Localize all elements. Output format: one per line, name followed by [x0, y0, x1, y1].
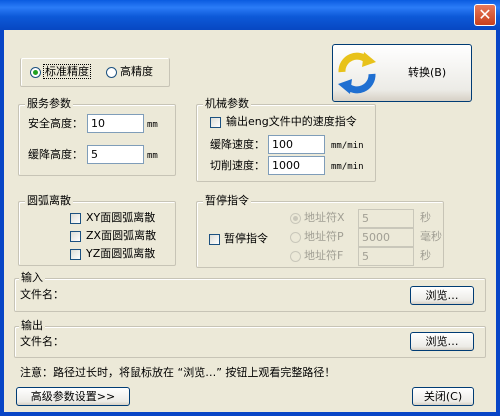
close-button[interactable]: 关闭(C): [412, 387, 474, 406]
safe-height-unit: mm: [147, 120, 158, 130]
yz-arc-checkbox[interactable]: [70, 249, 81, 260]
descend-speed-label: 缓降速度：: [210, 138, 265, 151]
window-close-button[interactable]: ✕: [474, 4, 496, 26]
output-legend: 输出: [19, 319, 45, 333]
arc-discrete-legend: 圆弧离散: [25, 194, 73, 208]
title-bar: [0, 0, 500, 30]
zx-arc-label[interactable]: ZX面圆弧离散: [86, 229, 156, 243]
addr-x-label[interactable]: 地址符X: [304, 211, 345, 225]
standard-precision-label[interactable]: 标准精度: [43, 64, 91, 79]
convert-refresh-icon: [338, 52, 376, 94]
output-browse-button[interactable]: 浏览…: [410, 332, 474, 351]
addr-f-unit: 秒: [420, 249, 431, 262]
pause-label[interactable]: 暂停指令: [224, 232, 268, 246]
window-frame-bottom: [0, 412, 500, 416]
addr-p-radio[interactable]: [290, 232, 301, 243]
descend-height-label: 缓降高度：: [28, 148, 83, 161]
close-icon: ✕: [478, 5, 492, 24]
window-frame-left: [0, 30, 4, 416]
pause-legend: 暂停指令: [203, 194, 251, 208]
path-note: 注意：路径过长时，将鼠标放在 “浏览…” 按钮上观看完整路径！: [20, 366, 336, 379]
output-speed-checkbox[interactable]: [210, 117, 221, 128]
output-file-label: 文件名：: [20, 335, 64, 348]
convert-button-label: 转换(B): [408, 66, 447, 79]
pause-checkbox[interactable]: [209, 234, 220, 245]
cut-speed-label: 切削速度：: [210, 159, 265, 172]
addr-x-input[interactable]: 5: [358, 209, 414, 228]
addr-f-label[interactable]: 地址符F: [304, 249, 343, 263]
yz-arc-label[interactable]: YZ面圆弧离散: [86, 247, 155, 261]
service-params-legend: 服务参数: [25, 97, 73, 111]
safe-height-label: 安全高度：: [28, 117, 83, 130]
descend-speed-input[interactable]: 100: [268, 135, 325, 154]
addr-f-radio[interactable]: [290, 251, 301, 262]
descend-height-input[interactable]: 5: [87, 145, 144, 164]
input-file-label: 文件名：: [20, 288, 64, 301]
high-precision-label[interactable]: 高精度: [120, 65, 153, 79]
cut-speed-unit: mm/min: [331, 162, 364, 172]
addr-f-input[interactable]: 5: [358, 247, 414, 266]
advanced-settings-button[interactable]: 高级参数设置>>: [16, 387, 130, 406]
xy-arc-checkbox[interactable]: [70, 213, 81, 224]
mechanical-params-legend: 机械参数: [203, 97, 251, 111]
addr-p-label[interactable]: 地址符P: [304, 230, 344, 244]
window-frame-right: [496, 30, 500, 416]
output-speed-label[interactable]: 输出eng文件中的速度指令: [226, 115, 357, 129]
input-legend: 输入: [19, 271, 45, 285]
safe-height-input[interactable]: 10: [87, 114, 144, 133]
descend-speed-unit: mm/min: [331, 141, 364, 151]
cut-speed-input[interactable]: 1000: [268, 156, 325, 175]
xy-arc-label[interactable]: XY面圆弧离散: [86, 211, 155, 225]
standard-precision-radio[interactable]: [30, 67, 41, 78]
addr-x-unit: 秒: [420, 211, 431, 224]
addr-p-input[interactable]: 5000: [358, 228, 414, 247]
high-precision-radio[interactable]: [106, 67, 117, 78]
addr-p-unit: 毫秒: [420, 230, 442, 243]
addr-x-radio[interactable]: [290, 213, 301, 224]
input-browse-button[interactable]: 浏览…: [410, 286, 474, 305]
zx-arc-checkbox[interactable]: [70, 231, 81, 242]
descend-height-unit: mm: [147, 151, 158, 161]
